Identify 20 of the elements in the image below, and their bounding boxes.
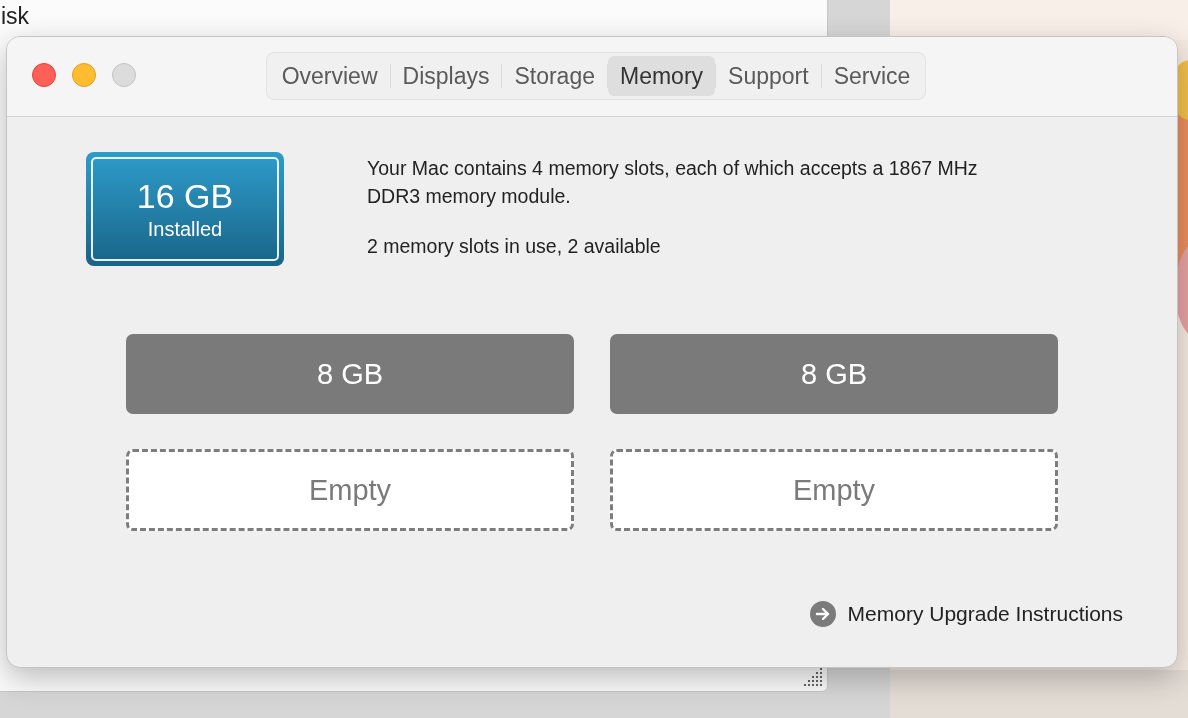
- upgrade-instructions-link[interactable]: Memory Upgrade Instructions: [809, 601, 1123, 627]
- resize-grip-icon: [803, 667, 823, 687]
- window-title: isk: [1, 5, 30, 28]
- tab[interactable]: Displays: [390, 55, 502, 96]
- tab[interactable]: Storage: [502, 55, 607, 96]
- tab[interactable]: Memory: [608, 55, 716, 96]
- slot-usage: 2 memory slots in use, 2 available: [367, 234, 662, 259]
- memory-module: 8 GB: [126, 334, 574, 414]
- empty-slot: Empty: [610, 449, 1058, 531]
- empty-slot: Empty: [126, 449, 574, 531]
- minimize-button[interactable]: [72, 63, 96, 87]
- tab[interactable]: Overview: [269, 55, 390, 96]
- zoom-button[interactable]: [112, 63, 136, 87]
- memory-module: 8 GB: [610, 334, 1058, 414]
- memory-description: Your Mac contains 4 memory slots, each of which accepts a 1867 MHz DDR3 memory module.: [367, 156, 979, 209]
- tab[interactable]: Support: [716, 55, 821, 96]
- memory-caption: Installed: [147, 217, 223, 242]
- memory-total: 16 GB: [136, 176, 234, 216]
- tab[interactable]: Service: [821, 55, 923, 96]
- close-button[interactable]: [32, 63, 56, 87]
